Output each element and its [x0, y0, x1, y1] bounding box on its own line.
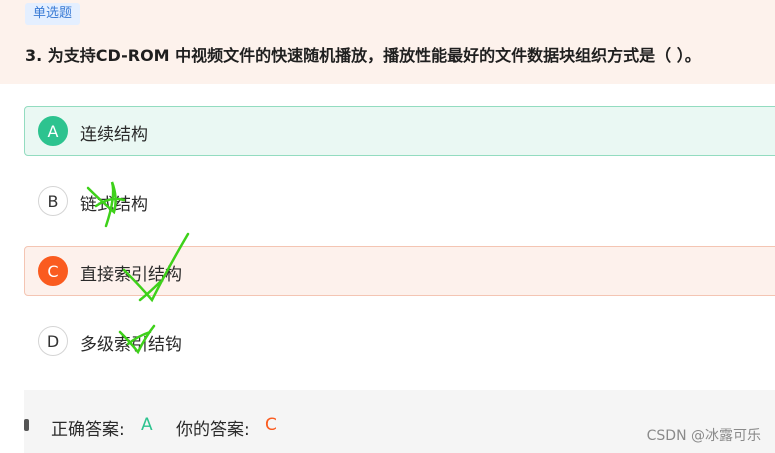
option-a[interactable]: A 连续结构 [24, 106, 775, 156]
option-text-a: 连续结构 [80, 125, 148, 145]
option-text-d: 多级索引结钩 [80, 335, 182, 355]
option-letter-a: A [38, 116, 68, 146]
option-text-b: 链式结构 [80, 195, 148, 215]
option-letter-c: C [38, 256, 68, 286]
question-text: 3. 为支持CD-ROM 中视频文件的快速随机播放，播放性能最好的文件数据块组织… [25, 46, 701, 65]
bullet-marker [24, 419, 29, 431]
option-text-c: 直接索引结构 [80, 265, 182, 285]
correct-answer-value: A [141, 415, 153, 435]
option-letter-b: B [38, 186, 68, 216]
option-letter-d: D [38, 326, 68, 356]
option-c[interactable]: C 直接索引结构 [24, 246, 775, 296]
correct-answer-label: 正确答案: [51, 420, 125, 440]
question-type-badge: 单选题 [25, 3, 81, 25]
question-header: 单选题 3. 为支持CD-ROM 中视频文件的快速随机播放，播放性能最好的文件数… [0, 0, 775, 84]
option-d[interactable]: D 多级索引结钩 [24, 316, 775, 366]
option-b[interactable]: B 链式结构 [24, 176, 775, 226]
your-answer-value: C [265, 415, 277, 435]
watermark: CSDN @冰露可乐 [646, 428, 761, 444]
your-answer-label: 你的答案: [176, 420, 250, 440]
